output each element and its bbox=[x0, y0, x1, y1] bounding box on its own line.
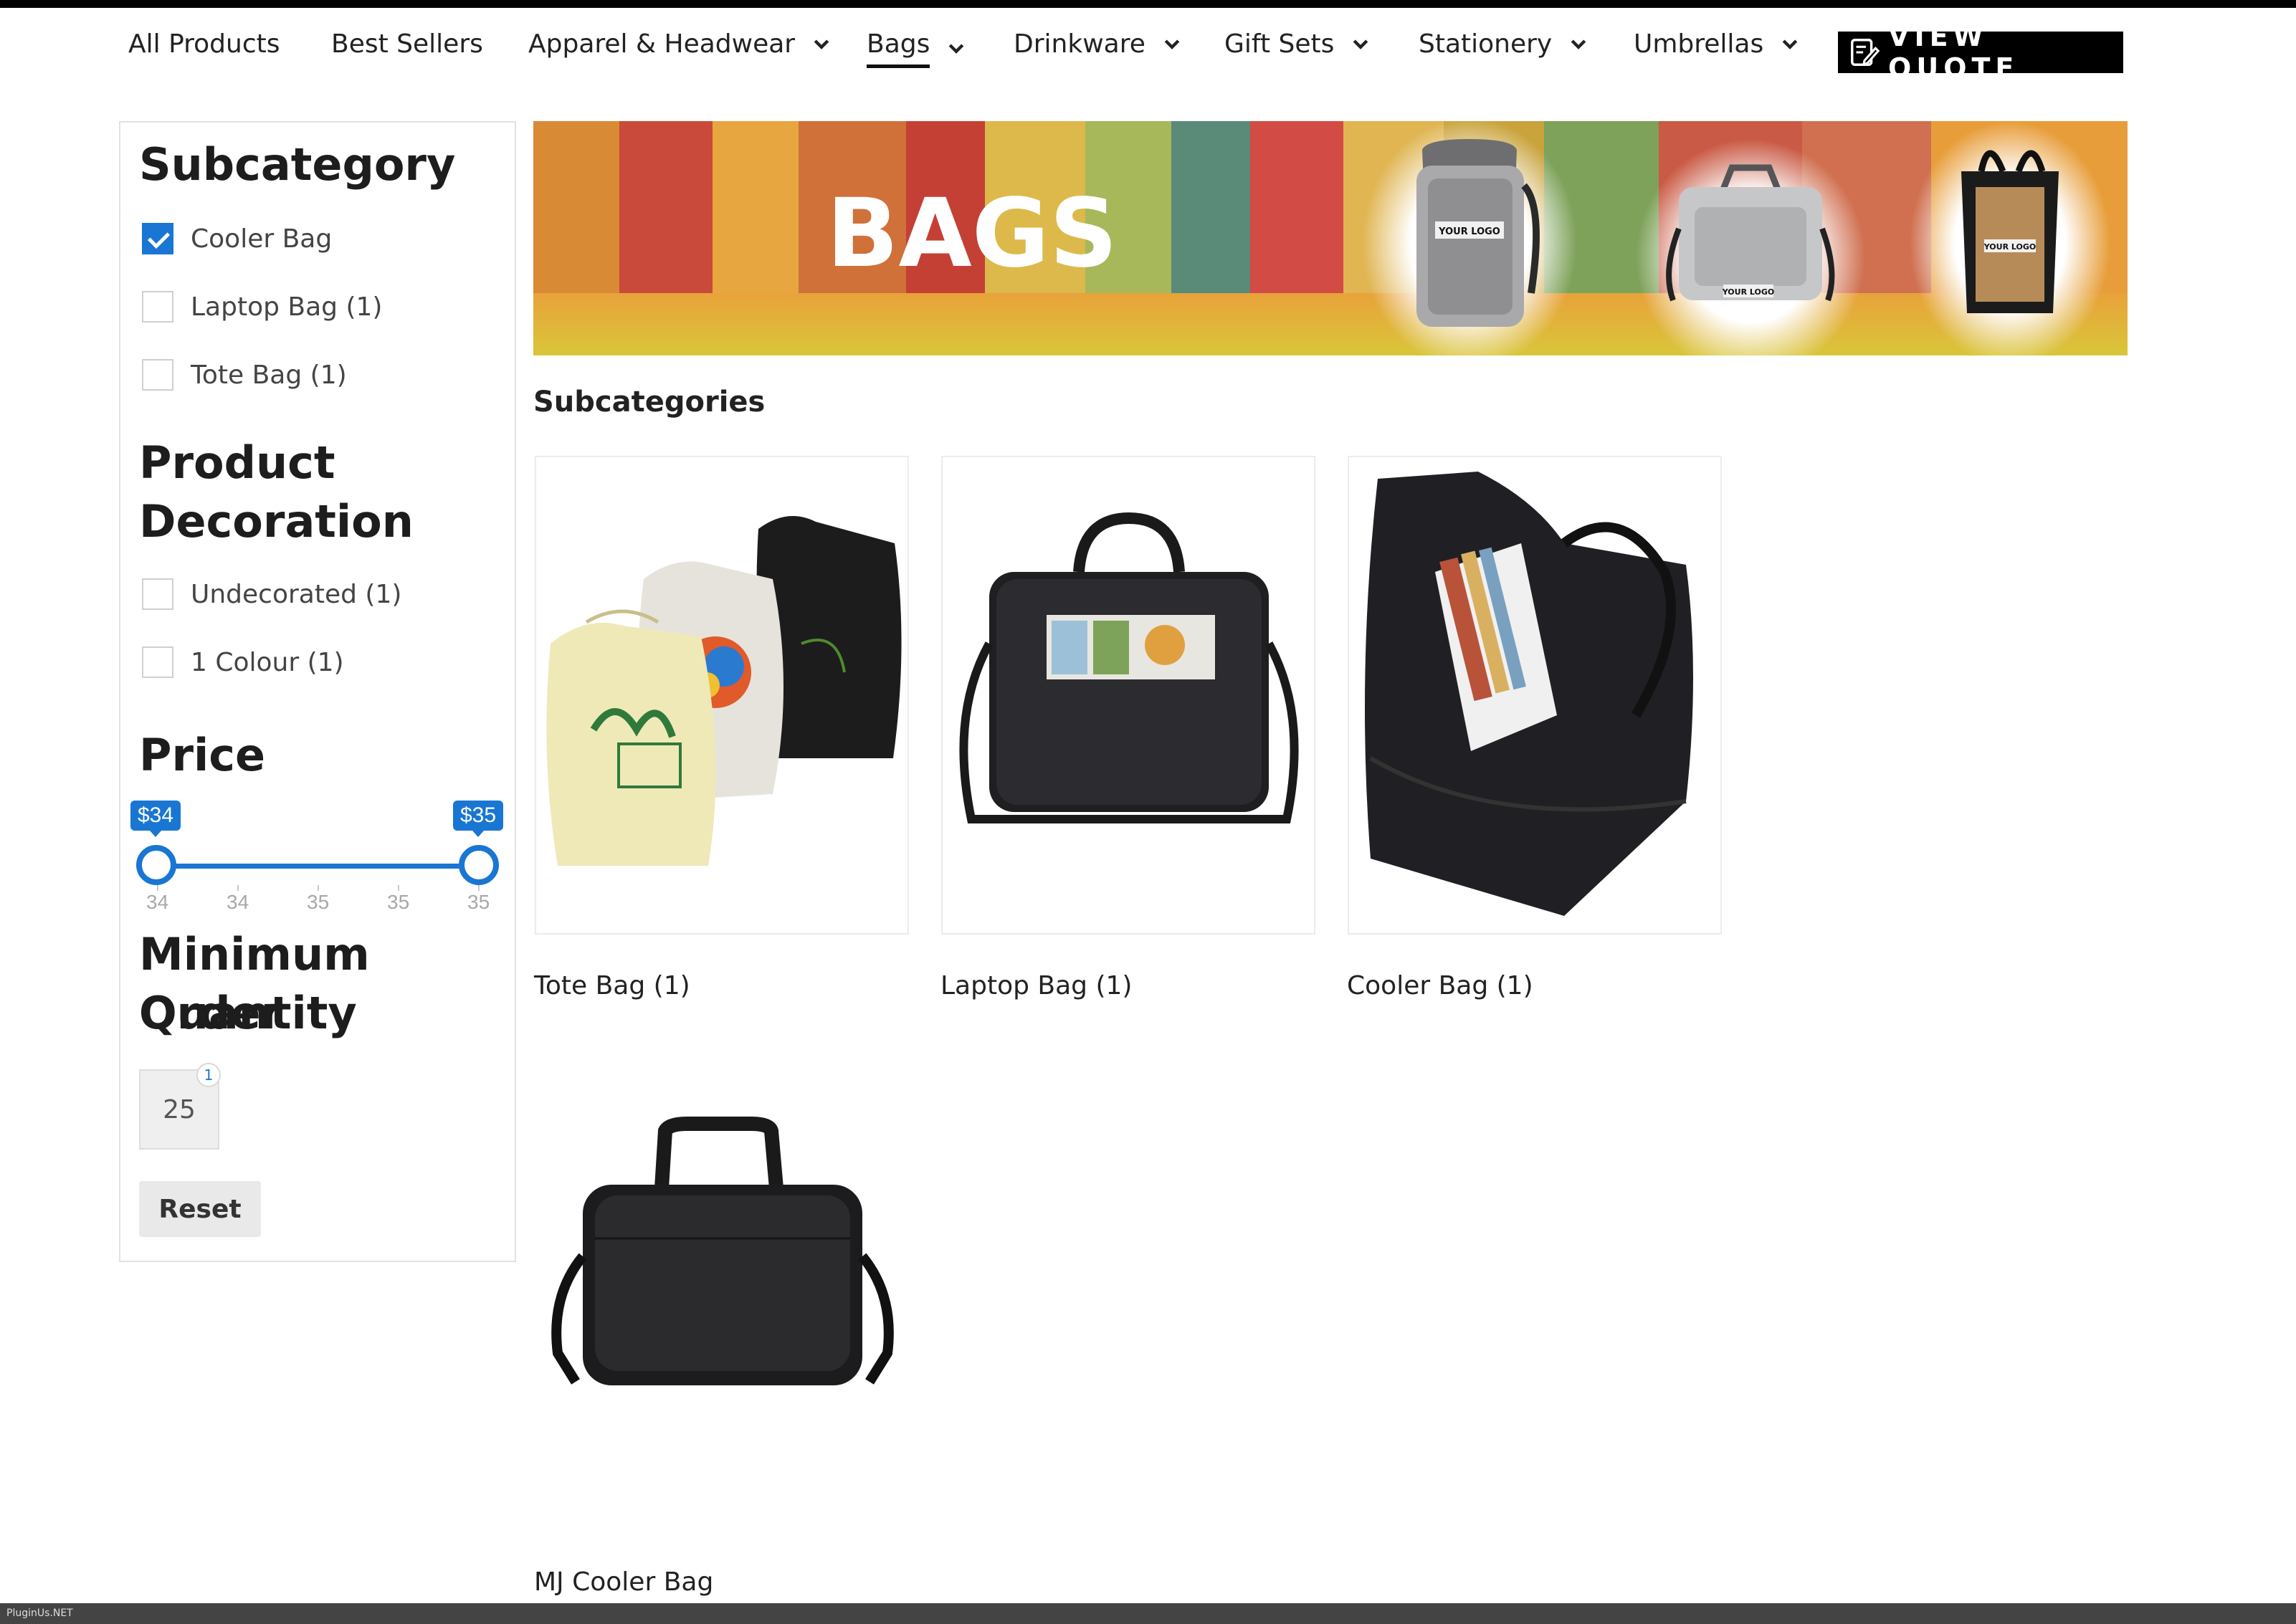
product-title[interactable]: MJ Cooler Bag bbox=[534, 1567, 713, 1597]
checkbox[interactable] bbox=[142, 578, 173, 610]
price-slider-track[interactable] bbox=[156, 864, 479, 869]
price-tick-label: 34 bbox=[146, 891, 169, 913]
nav-label: Best Sellers bbox=[331, 29, 483, 59]
filter-option-cooler-bag[interactable]: Cooler Bag bbox=[142, 223, 332, 254]
subcategory-heading: Subcategory bbox=[139, 138, 456, 191]
price-tick-label: 35 bbox=[467, 891, 490, 913]
subcategory-card-cooler-bag[interactable] bbox=[1348, 456, 1722, 935]
filter-option-undecorated[interactable]: Undecorated (1) bbox=[142, 578, 401, 610]
chevron-down-icon bbox=[1353, 39, 1368, 49]
price-tick bbox=[478, 885, 480, 891]
category-banner: BAGS YOUR LOGO YOUR LOGO YOUR LOGO bbox=[533, 121, 2128, 355]
top-black-strip bbox=[0, 0, 2296, 8]
subcategory-card-tote-bag[interactable] bbox=[535, 456, 909, 935]
banner-title: BAGS bbox=[827, 178, 1118, 289]
bags-banner-image: BAGS YOUR LOGO YOUR LOGO YOUR LOGO bbox=[533, 121, 2128, 355]
filter-option-1-colour[interactable]: 1 Colour (1) bbox=[142, 646, 344, 678]
subcategory-card-label[interactable]: Laptop Bag (1) bbox=[940, 971, 1132, 1000]
chevron-down-icon bbox=[1164, 39, 1180, 49]
chevron-down-icon bbox=[1571, 39, 1586, 49]
main-navigation: All Products Best Sellers Apparel & Head… bbox=[0, 8, 2296, 87]
subcategory-card-label[interactable]: Tote Bag (1) bbox=[534, 971, 690, 1000]
nav-umbrellas[interactable]: Umbrellas bbox=[1634, 29, 1801, 59]
checkbox-checked[interactable] bbox=[142, 223, 173, 254]
price-heading: Price bbox=[139, 729, 266, 781]
moq-value: 25 bbox=[163, 1094, 196, 1124]
price-slider-min-handle[interactable] bbox=[136, 845, 176, 885]
price-tick-label: 35 bbox=[307, 891, 330, 913]
moq-count-badge: 1 bbox=[196, 1063, 221, 1087]
checkbox[interactable] bbox=[142, 291, 173, 323]
filter-option-label: Tote Bag (1) bbox=[191, 360, 347, 390]
price-tick bbox=[157, 885, 158, 891]
nav-gift-sets[interactable]: Gift Sets bbox=[1224, 29, 1371, 59]
nav-all-products[interactable]: All Products bbox=[128, 29, 280, 59]
filter-option-label: 1 Colour (1) bbox=[191, 647, 344, 677]
price-tick bbox=[318, 885, 319, 891]
mj-cooler-bag-image bbox=[551, 1117, 894, 1385]
cooler-bag-image bbox=[1365, 472, 1693, 916]
decoration-heading-line1: Product bbox=[139, 436, 335, 489]
filter-option-label: Cooler Bag bbox=[191, 224, 333, 254]
price-tick-label: 34 bbox=[227, 891, 249, 913]
chevron-down-icon bbox=[1782, 39, 1798, 49]
footer-bar: PluginUs.NET bbox=[0, 1603, 2296, 1624]
reset-button[interactable]: Reset bbox=[139, 1181, 261, 1237]
nav-label: Umbrellas bbox=[1634, 29, 1764, 59]
nav-apparel-headwear[interactable]: Apparel & Headwear bbox=[528, 29, 832, 59]
nav-label: Drinkware bbox=[1014, 29, 1145, 59]
price-tick-label: 35 bbox=[387, 891, 410, 913]
decoration-heading-line2: Decoration bbox=[139, 495, 414, 548]
filter-option-tote-bag[interactable]: Tote Bag (1) bbox=[142, 359, 347, 391]
laptop-bag-image: YOUR LOGO bbox=[1666, 164, 1835, 302]
nav-stationery[interactable]: Stationery bbox=[1419, 29, 1589, 59]
nav-label: Gift Sets bbox=[1224, 29, 1335, 59]
tote-bag-drawstring-image bbox=[546, 516, 902, 866]
price-slider-max-handle[interactable] bbox=[459, 845, 499, 885]
footer-credit: PluginUs.NET bbox=[6, 1608, 73, 1619]
price-tick bbox=[398, 885, 399, 891]
checkbox[interactable] bbox=[142, 646, 173, 678]
product-card-mj-cooler-bag[interactable] bbox=[535, 1051, 909, 1529]
nav-label: Stationery bbox=[1419, 29, 1553, 59]
price-max-bubble: $35 bbox=[453, 801, 504, 837]
nav-best-sellers[interactable]: Best Sellers bbox=[331, 29, 483, 59]
filter-option-label: Laptop Bag (1) bbox=[191, 292, 383, 322]
filter-option-label: Undecorated (1) bbox=[191, 579, 402, 609]
view-quote-label: VIEW QUOTE bbox=[1888, 21, 2019, 84]
nav-label: All Products bbox=[128, 29, 280, 59]
tote-bag-image: YOUR LOGO bbox=[1961, 150, 2059, 313]
moq-heading-line2: Quantity bbox=[139, 987, 357, 1039]
price-tick bbox=[237, 885, 239, 891]
price-min-bubble: $34 bbox=[130, 801, 181, 837]
view-quote-button[interactable]: VIEW QUOTE bbox=[1838, 21, 2123, 84]
nav-drinkware[interactable]: Drinkware bbox=[1014, 29, 1183, 59]
nav-label: Bags bbox=[867, 29, 930, 68]
subcategories-heading: Subcategories bbox=[533, 386, 766, 419]
filter-sidebar: Subcategory Cooler Bag Laptop Bag (1) To… bbox=[119, 121, 516, 1262]
chevron-down-icon bbox=[814, 39, 829, 49]
filter-option-laptop-bag[interactable]: Laptop Bag (1) bbox=[142, 291, 382, 323]
checkbox[interactable] bbox=[142, 359, 173, 391]
nav-label: Apparel & Headwear bbox=[528, 29, 796, 59]
laptop-bag-image bbox=[959, 512, 1299, 823]
subcategory-card-label[interactable]: Cooler Bag (1) bbox=[1347, 971, 1533, 1000]
banner-logo-text: YOUR LOGO bbox=[1983, 242, 2037, 252]
nav-bags[interactable]: Bags bbox=[867, 29, 967, 68]
chevron-down-icon bbox=[949, 44, 964, 54]
banner-logo-text: YOUR LOGO bbox=[1722, 287, 1775, 297]
subcategory-card-laptop-bag[interactable] bbox=[941, 456, 1315, 935]
banner-logo-text: YOUR LOGO bbox=[1438, 226, 1500, 237]
quote-edit-icon bbox=[1851, 39, 1880, 66]
